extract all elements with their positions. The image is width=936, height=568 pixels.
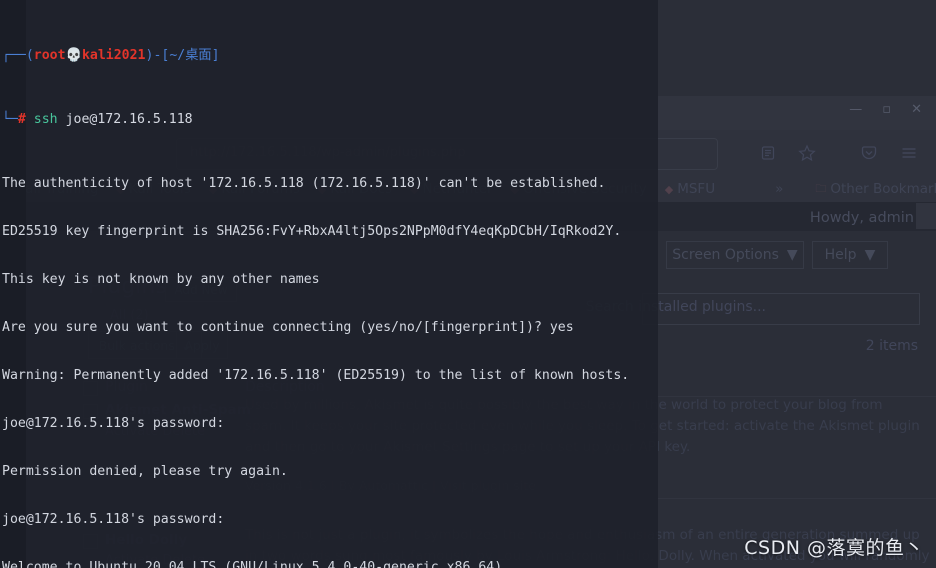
prompt-path: ~/桌面	[169, 48, 212, 63]
terminal-line: Permission denied, please try again.	[2, 464, 288, 479]
prompt-paren-open: (	[25, 48, 34, 63]
terminal-line: Warning: Permanently added '172.16.5.118…	[2, 368, 630, 383]
skull-icon: 💀	[65, 48, 82, 63]
terminal-prompt-line-1: ┌──(root💀kali2021)-[~/桌面]	[0, 48, 936, 64]
terminal-prompt-line-2: └─# ssh joe@172.16.5.118	[0, 112, 936, 128]
terminal-line: ED25519 key fingerprint is SHA256:FvY+Rb…	[2, 224, 622, 239]
prompt-bracket-close: ]	[211, 48, 220, 63]
command-args: joe@172.16.5.118	[65, 112, 193, 127]
prompt-host: kali2021	[81, 48, 146, 63]
command-name: ssh	[33, 112, 58, 127]
terminal-line: This key is not known by any other names	[2, 272, 320, 287]
terminal-window[interactable]: ┌──(root💀kali2021)-[~/桌面] └─# ssh joe@17…	[0, 0, 936, 568]
terminal-line: The authenticity of host '172.16.5.118 (…	[2, 176, 606, 191]
terminal-output[interactable]: ┌──(root💀kali2021)-[~/桌面] └─# ssh joe@17…	[0, 0, 936, 568]
prompt-branch-glyph: ┌──	[2, 48, 26, 63]
terminal-line: Are you sure you want to continue connec…	[2, 320, 574, 335]
terminal-line: Welcome to Ubuntu 20.04 LTS (GNU/Linux 5…	[2, 560, 503, 568]
screenshot-root: — ▫ ✕ http://172.16.5.118/wp-admin/plugi…	[0, 0, 936, 568]
terminal-line: joe@172.16.5.118's password:	[2, 416, 225, 431]
prompt-user: root	[33, 48, 66, 63]
terminal-line: joe@172.16.5.118's password:	[2, 512, 225, 527]
prompt-branch-glyph: └─	[2, 112, 18, 127]
csdn-watermark: CSDN @落寞的鱼丶	[744, 537, 924, 559]
prompt-hash: #	[17, 112, 26, 127]
